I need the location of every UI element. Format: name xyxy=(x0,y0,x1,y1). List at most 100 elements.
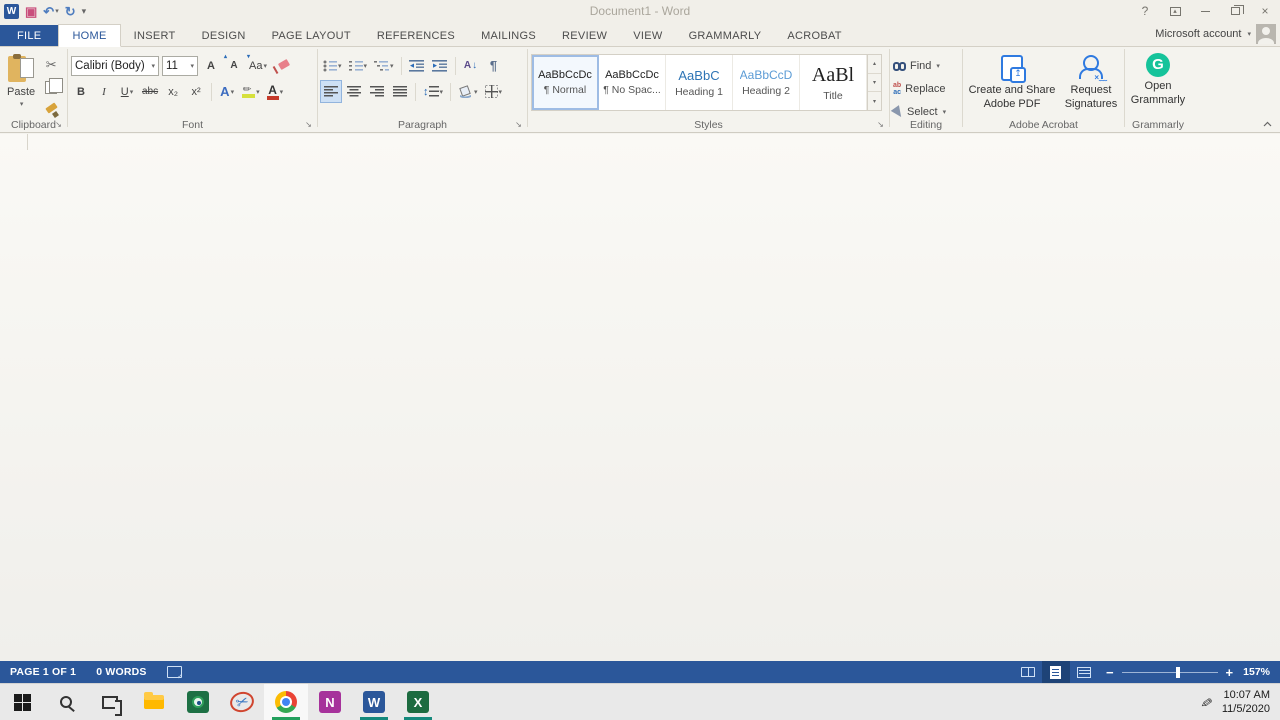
account-avatar[interactable] xyxy=(1256,24,1276,44)
web-layout-button[interactable] xyxy=(1070,661,1098,683)
text-effects-button[interactable]: A ▾ xyxy=(217,81,237,102)
snipping-tool-button[interactable]: ✂ xyxy=(220,684,264,720)
font-name-dropdown-icon[interactable]: ▾ xyxy=(151,62,155,70)
redo-button[interactable]: ↻ xyxy=(65,5,76,18)
font-color-button[interactable]: A ▾ xyxy=(265,81,286,102)
borders-button[interactable]: ▾ xyxy=(483,81,505,102)
subscript-button[interactable]: x₂ xyxy=(163,81,183,102)
word-count[interactable]: 0 WORDS xyxy=(86,661,156,683)
customize-qat-button[interactable]: ▾ xyxy=(82,6,87,16)
undo-dropdown-icon[interactable]: ▾ xyxy=(55,8,59,15)
page-indicator[interactable]: PAGE 1 OF 1 xyxy=(0,661,86,683)
zoom-out-button[interactable]: − xyxy=(1106,666,1114,679)
tab-review[interactable]: REVIEW xyxy=(549,25,620,46)
start-button[interactable] xyxy=(0,684,44,720)
zoom-percentage[interactable]: 157% xyxy=(1241,666,1280,678)
tab-references[interactable]: REFERENCES xyxy=(364,25,468,46)
style-heading-1[interactable]: AaBbC Heading 1 xyxy=(666,55,733,110)
help-button[interactable]: ? xyxy=(1130,0,1160,22)
read-mode-button[interactable] xyxy=(1014,661,1042,683)
collapse-ribbon-button[interactable] xyxy=(1263,119,1272,129)
paragraph-dialog-launcher[interactable]: ↘ xyxy=(513,119,524,130)
increase-indent-button[interactable] xyxy=(430,55,450,76)
tab-mailings[interactable]: MAILINGS xyxy=(468,25,549,46)
excel-button[interactable]: X xyxy=(396,684,440,720)
bullets-button[interactable]: ▾ xyxy=(321,55,344,76)
tab-home[interactable]: HOME xyxy=(58,24,121,47)
tab-acrobat[interactable]: ACROBAT xyxy=(774,25,854,46)
align-center-button[interactable] xyxy=(344,81,364,102)
replace-button[interactable]: ab ac Replace xyxy=(893,79,946,99)
underline-button[interactable]: U ▾ xyxy=(117,81,137,102)
word-app-icon[interactable]: W xyxy=(4,3,19,19)
tab-page-layout[interactable]: PAGE LAYOUT xyxy=(259,25,364,46)
superscript-button[interactable]: x² xyxy=(186,81,206,102)
undo-button[interactable]: ↶ ▾ xyxy=(43,5,58,18)
shrink-font-button[interactable]: A ▾ xyxy=(224,54,250,76)
show-hide-paragraph-button[interactable]: ¶ xyxy=(484,55,504,76)
file-explorer-button[interactable] xyxy=(132,684,176,720)
restore-button[interactable] xyxy=(1220,0,1250,22)
bold-button[interactable]: B xyxy=(71,81,91,102)
grow-font-button[interactable]: A ▴ xyxy=(201,54,227,76)
task-view-button[interactable] xyxy=(88,684,132,720)
line-spacing-button[interactable]: ↕ ▾ xyxy=(421,81,445,102)
print-layout-button[interactable] xyxy=(1041,661,1070,683)
minimize-button[interactable] xyxy=(1190,0,1220,22)
strikethrough-button[interactable]: abc xyxy=(140,81,160,102)
justify-button[interactable] xyxy=(390,81,410,102)
cut-button[interactable]: ✂ xyxy=(41,54,61,75)
styles-dialog-launcher[interactable]: ↘ xyxy=(875,119,886,130)
style-title[interactable]: AaBl Title xyxy=(800,55,867,110)
decrease-indent-button[interactable] xyxy=(407,55,427,76)
copy-button[interactable] xyxy=(41,77,64,98)
windows-ink-button[interactable]: ✎ xyxy=(1198,694,1216,711)
numbering-button[interactable]: ▾ xyxy=(347,55,370,76)
sort-button[interactable]: A ↓ xyxy=(461,55,481,76)
save-button[interactable]: ▣ xyxy=(25,5,37,18)
find-button[interactable]: Find ▾ xyxy=(893,56,946,76)
tab-file[interactable]: FILE xyxy=(0,25,59,46)
format-painter-button[interactable] xyxy=(41,100,61,121)
document-canvas[interactable] xyxy=(0,134,1280,661)
styles-scroll-up-button[interactable]: ▴ xyxy=(868,55,881,74)
account-menu[interactable]: Microsoft account ▾ xyxy=(1155,22,1280,46)
font-size-dropdown-icon[interactable]: ▾ xyxy=(190,62,194,70)
create-share-pdf-button[interactable]: Create and Share Adobe PDF xyxy=(966,53,1058,114)
proofing-status[interactable] xyxy=(157,661,192,683)
paste-button[interactable]: Paste ▾ xyxy=(3,51,39,111)
style-no-spacing[interactable]: AaBbCcDc ¶ No Spac... xyxy=(599,55,666,110)
onenote-button[interactable]: N xyxy=(308,684,352,720)
tab-insert[interactable]: INSERT xyxy=(121,25,189,46)
font-dialog-launcher[interactable]: ↘ xyxy=(303,119,314,130)
screen-recorder-button[interactable] xyxy=(176,684,220,720)
font-name-combo[interactable]: Calibri (Body) ▾ xyxy=(71,55,159,76)
highlight-button[interactable]: ✎ ▾ xyxy=(240,81,262,102)
multilevel-list-button[interactable]: ▾ xyxy=(372,55,396,76)
word-button[interactable]: W xyxy=(352,684,396,720)
zoom-slider-track[interactable] xyxy=(1121,666,1218,678)
request-signatures-button[interactable]: ×﹏ Request Signatures xyxy=(1058,53,1124,114)
taskbar-clock[interactable]: 10:07 AM 11/5/2020 xyxy=(1222,688,1270,717)
taskbar-search-button[interactable] xyxy=(44,684,88,720)
change-case-button[interactable]: Aa ▾ xyxy=(247,55,269,76)
align-left-button[interactable] xyxy=(320,80,342,103)
font-size-combo[interactable]: 11 ▾ xyxy=(162,55,198,76)
style-normal[interactable]: AaBbCcDc ¶ Normal xyxy=(532,55,599,110)
styles-more-button[interactable]: ▾ xyxy=(868,92,881,110)
tab-view[interactable]: VIEW xyxy=(620,25,675,46)
ribbon-display-options-button[interactable]: ▴ xyxy=(1160,0,1190,22)
paste-dropdown-icon[interactable]: ▾ xyxy=(20,100,24,108)
chrome-button[interactable] xyxy=(264,684,308,720)
tab-grammarly[interactable]: GRAMMARLY xyxy=(676,25,775,46)
clear-formatting-button[interactable] xyxy=(272,55,292,76)
zoom-in-button[interactable]: + xyxy=(1226,666,1234,679)
style-heading-2[interactable]: AaBbCcD Heading 2 xyxy=(733,55,800,110)
italic-button[interactable]: I xyxy=(94,81,114,102)
close-button[interactable]: × xyxy=(1250,0,1280,22)
tab-design[interactable]: DESIGN xyxy=(189,25,259,46)
zoom-slider-handle[interactable] xyxy=(1176,666,1181,678)
styles-scroll-down-button[interactable]: ▾ xyxy=(868,74,881,93)
shading-button[interactable]: ▾ xyxy=(456,81,480,102)
align-right-button[interactable] xyxy=(367,81,387,102)
